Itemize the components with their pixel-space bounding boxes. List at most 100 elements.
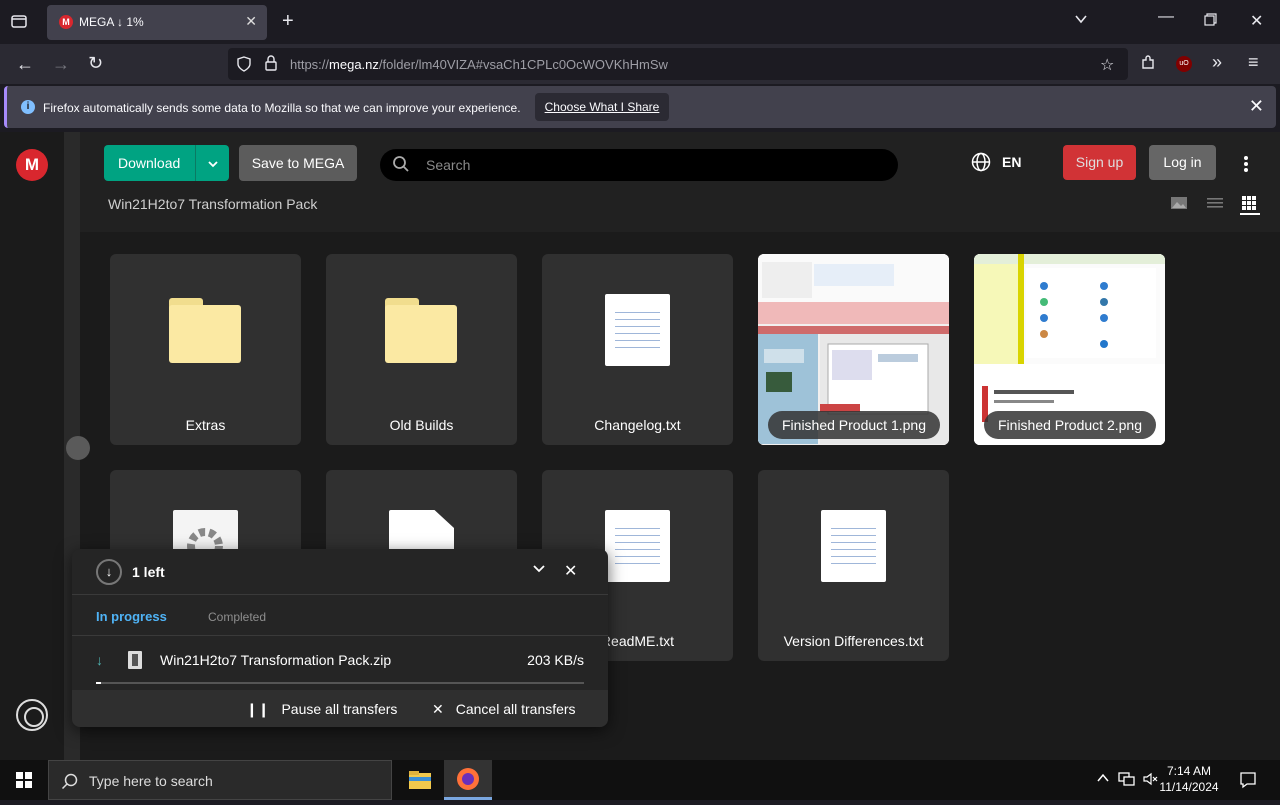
reload-icon[interactable]: ↻ bbox=[88, 53, 103, 74]
file-name: Extras bbox=[185, 417, 226, 433]
file-explorer-icon[interactable] bbox=[396, 760, 444, 800]
list-view-icon[interactable] bbox=[1206, 195, 1226, 215]
file-name-pill: Finished Product 1.png bbox=[768, 411, 940, 439]
show-hidden-icons-icon[interactable] bbox=[1096, 771, 1110, 788]
clock-time: 7:14 AM bbox=[1166, 764, 1212, 778]
shield-icon[interactable] bbox=[236, 56, 252, 77]
transfer-speed: 203 KB/s bbox=[527, 652, 584, 668]
folder-title: Win21H2to7 Transformation Pack bbox=[108, 196, 318, 212]
folder-header: Download Save to MEGA EN Sign up Log in … bbox=[80, 132, 1280, 232]
file-card-old-builds[interactable]: Old Builds bbox=[326, 254, 517, 445]
download-progress-icon: ↓ bbox=[96, 559, 122, 585]
collapse-chevron-icon[interactable] bbox=[532, 562, 546, 579]
grid-view-icon[interactable] bbox=[1240, 195, 1260, 215]
choose-what-i-share-button[interactable]: Choose What I Share bbox=[535, 93, 669, 121]
file-card-extras[interactable]: Extras bbox=[110, 254, 301, 445]
close-transfers-icon[interactable]: ✕ bbox=[564, 561, 577, 581]
pause-all-transfers-button[interactable]: ❙❙ Pause all transfers bbox=[246, 701, 397, 718]
extensions-icon[interactable] bbox=[1140, 54, 1156, 75]
pause-label: Pause all transfers bbox=[281, 701, 398, 717]
navigation-bar: ← → ↻ https://mega.nz/folder/lm40VIZA#vs… bbox=[0, 44, 1280, 84]
transfers-left-count: 1 left bbox=[132, 564, 165, 580]
tab-title: MEGA ↓ 1% bbox=[79, 15, 144, 29]
clock-date: 11/14/2024 bbox=[1159, 780, 1219, 794]
taskbar-search-box[interactable]: Type here to search bbox=[48, 760, 392, 800]
network-icon[interactable] bbox=[1118, 771, 1136, 792]
address-bar[interactable]: https://mega.nz/folder/lm40VIZA#vsaCh1CP… bbox=[228, 48, 1128, 80]
close-tab-icon[interactable]: ✕ bbox=[245, 13, 257, 30]
taskbar-search-placeholder: Type here to search bbox=[89, 773, 213, 789]
tab-completed[interactable]: Completed bbox=[208, 610, 266, 624]
text-file-icon bbox=[605, 510, 670, 582]
close-window-icon[interactable]: ✕ bbox=[1250, 11, 1263, 31]
info-icon: i bbox=[21, 100, 35, 114]
sidebar-toggle-knob[interactable] bbox=[66, 436, 90, 460]
cancel-icon: ✕ bbox=[432, 701, 444, 717]
transfer-manager-panel: ↓ 1 left ✕ In progress Completed ↓ Win21… bbox=[72, 549, 608, 727]
notification-text: Firefox automatically sends some data to… bbox=[43, 101, 521, 115]
url-text: https://mega.nz/folder/lm40VIZA#vsaCh1CP… bbox=[290, 57, 668, 72]
file-card-changelog[interactable]: Changelog.txt bbox=[542, 254, 733, 445]
transfer-progress-bar bbox=[96, 682, 584, 684]
search-box[interactable] bbox=[380, 149, 898, 181]
tab-in-progress[interactable]: In progress bbox=[96, 609, 167, 624]
windows-taskbar: Type here to search 7:14 AM 11/14/2024 bbox=[0, 760, 1280, 800]
download-label: Download bbox=[118, 155, 181, 171]
more-options-icon[interactable] bbox=[1244, 156, 1248, 172]
transfer-panel-footer: ❙❙ Pause all transfers ✕ Cancel all transf… bbox=[72, 690, 608, 727]
file-name-pill: Finished Product 2.png bbox=[984, 411, 1156, 439]
language-selector[interactable]: EN bbox=[1002, 154, 1021, 170]
mega-sync-icon[interactable] bbox=[16, 699, 48, 731]
file-card-finished-product-2[interactable]: Finished Product 2.png bbox=[974, 254, 1165, 445]
overflow-menu-icon[interactable]: » bbox=[1212, 52, 1222, 73]
file-card-version-differences[interactable]: Version Differences.txt bbox=[758, 470, 949, 661]
ublock-origin-icon[interactable]: uO bbox=[1176, 56, 1192, 72]
hamburger-menu-icon[interactable]: ≡ bbox=[1248, 52, 1259, 73]
globe-icon[interactable] bbox=[971, 152, 991, 177]
download-arrow-icon: ↓ bbox=[96, 652, 103, 668]
browser-tab-mega[interactable]: M MEGA ↓ 1% ✕ bbox=[47, 5, 267, 40]
cancel-all-transfers-button[interactable]: ✕ Cancel all transfers bbox=[432, 701, 576, 718]
browser-tab-bar: M MEGA ↓ 1% ✕ + — ✕ bbox=[0, 0, 1280, 44]
download-options-chevron-icon[interactable] bbox=[195, 145, 229, 181]
transfer-file-name: Win21H2to7 Transformation Pack.zip bbox=[160, 652, 392, 668]
back-icon[interactable]: ← bbox=[16, 54, 34, 75]
firefox-taskbar-icon[interactable] bbox=[444, 760, 492, 800]
new-tab-icon[interactable]: + bbox=[282, 10, 294, 33]
transfer-panel-header[interactable]: ↓ 1 left ✕ bbox=[72, 549, 608, 595]
chevron-down-icon[interactable] bbox=[1074, 12, 1088, 31]
close-notification-icon[interactable]: ✕ bbox=[1249, 96, 1264, 117]
save-to-mega-button[interactable]: Save to MEGA bbox=[239, 145, 357, 181]
search-input[interactable] bbox=[426, 155, 866, 175]
log-in-button[interactable]: Log in bbox=[1149, 145, 1216, 180]
transfer-progress-fill bbox=[96, 682, 101, 684]
sign-up-button[interactable]: Sign up bbox=[1063, 145, 1136, 180]
file-name: Old Builds bbox=[389, 417, 454, 433]
download-button[interactable]: Download bbox=[104, 145, 229, 181]
windows-start-icon[interactable] bbox=[16, 772, 32, 788]
file-name: Version Differences.txt bbox=[783, 633, 924, 649]
file-name: Changelog.txt bbox=[594, 417, 681, 433]
file-card-finished-product-1[interactable]: Finished Product 1.png bbox=[758, 254, 949, 445]
restore-icon[interactable] bbox=[1204, 13, 1217, 31]
text-file-icon bbox=[821, 510, 886, 582]
pause-icon: ❙❙ bbox=[246, 701, 270, 717]
taskbar-clock[interactable]: 7:14 AM 11/14/2024 bbox=[1156, 763, 1222, 795]
search-icon bbox=[393, 156, 409, 172]
folder-icon bbox=[385, 298, 457, 363]
mega-logo[interactable]: M bbox=[16, 149, 48, 181]
media-view-icon[interactable] bbox=[1170, 195, 1190, 215]
search-icon bbox=[61, 772, 79, 795]
lock-icon[interactable] bbox=[264, 55, 278, 76]
cancel-label: Cancel all transfers bbox=[455, 701, 576, 717]
zip-file-icon bbox=[128, 651, 142, 669]
telemetry-notification-bar: i Firefox automatically sends some data … bbox=[4, 86, 1276, 128]
forward-icon[interactable]: → bbox=[52, 54, 70, 75]
mega-favicon-icon: M bbox=[59, 15, 73, 29]
minimize-icon[interactable]: — bbox=[1158, 8, 1174, 26]
tab-list-icon[interactable] bbox=[10, 12, 28, 35]
notifications-icon[interactable] bbox=[1239, 771, 1257, 794]
folder-icon bbox=[169, 298, 241, 363]
bookmark-star-icon[interactable]: ☆ bbox=[1100, 55, 1114, 75]
divider bbox=[72, 635, 608, 636]
